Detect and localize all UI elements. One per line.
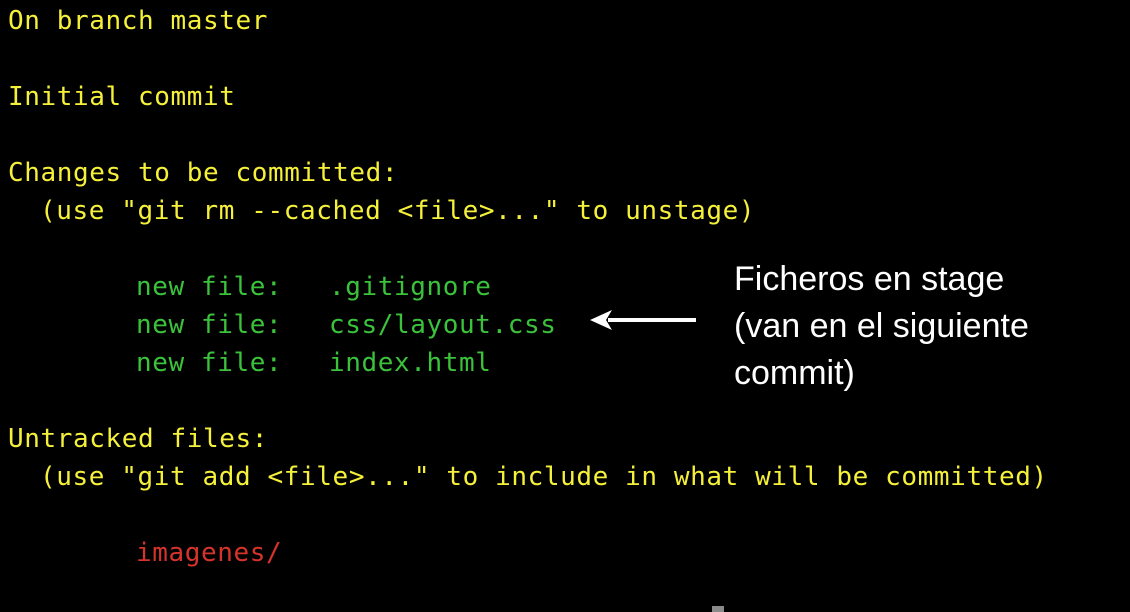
staged-file-status: new file: — [136, 348, 283, 378]
staged-file-path: index.html — [329, 348, 492, 378]
staged-file-path: css/layout.css — [329, 310, 557, 340]
annotation-line: (van en el siguiente — [734, 307, 1029, 345]
staged-file-status: new file: — [136, 310, 283, 340]
annotation-line: commit) — [734, 354, 855, 392]
changes-to-be-committed-header: Changes to be committed: — [8, 158, 399, 188]
line-initial-commit: Initial commit — [8, 82, 236, 112]
left-arrow-icon — [590, 310, 696, 330]
staged-file-path: .gitignore — [329, 272, 492, 302]
untracked-file-path: imagenes/ — [136, 538, 283, 568]
annotation-line: Ficheros en stage — [734, 260, 1005, 298]
terminal-cursor — [712, 606, 724, 612]
add-hint: (use "git add <file>..." to include in w… — [40, 462, 1048, 492]
untracked-files-header: Untracked files: — [8, 424, 269, 454]
staged-file-status: new file: — [136, 272, 283, 302]
line-on-branch: On branch master — [8, 6, 269, 36]
annotation-note: Ficheros en stage (van en el siguiente c… — [734, 256, 1114, 397]
unstage-hint: (use "git rm --cached <file>..." to unst… — [40, 196, 756, 226]
